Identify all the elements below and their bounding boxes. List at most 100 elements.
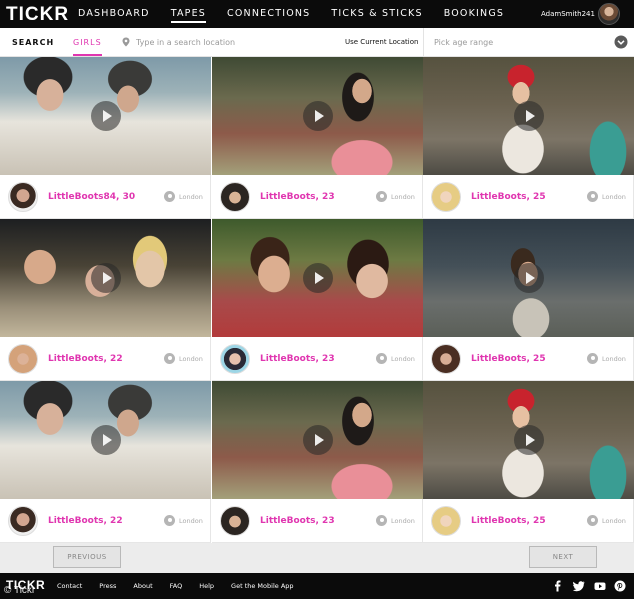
twitter-icon[interactable] [573,580,585,592]
next-button[interactable]: NEXT [529,546,597,568]
profile-avatar[interactable] [8,182,38,212]
play-icon[interactable] [90,263,121,293]
footer-link-about[interactable]: About [133,573,152,599]
profile-info: LittleBoots, 25 London [423,499,634,543]
video-thumbnail[interactable] [423,57,634,175]
user-avatar[interactable] [598,3,620,25]
video-thumbnail[interactable] [212,219,423,337]
play-icon[interactable] [302,101,333,131]
profile-info: LittleBoots, 23 London [212,175,423,219]
profile-city: London [602,517,626,525]
footer-link-contact[interactable]: Contact [57,573,82,599]
profile-card: LittleBoots, 25 London [423,219,634,381]
profile-card: LittleBoots, 23 London [212,57,423,219]
profile-info: LittleBoots, 22 London [0,499,211,543]
profile-info: LittleBoots, 22 London [0,337,211,381]
profile-name[interactable]: LittleBoots, 23 [260,499,335,543]
nav-tapes[interactable]: TAPES [170,0,207,28]
username[interactable]: AdamSmith241 [541,0,595,28]
profile-card: LittleBoots, 22 London [0,381,211,543]
footer-link-faq[interactable]: FAQ [170,573,183,599]
profile-info: LittleBoots, 25 London [423,337,634,381]
profile-avatar[interactable] [431,344,461,374]
footer-link-press[interactable]: Press [99,573,116,599]
profile-row: LittleBoots, 22 London LittleBoots, 23 L… [0,381,634,543]
profile-info: LittleBoots, 23 London [212,499,423,543]
profile-name[interactable]: LittleBoots, 25 [471,175,546,219]
location-pin-icon [376,353,387,364]
age-range-select[interactable]: Pick age range [423,28,634,57]
previous-button[interactable]: PREVIOUS [53,546,121,568]
location-pin-icon [376,515,387,526]
profile-row: LittleBoots, 22 London LittleBoots, 23 L… [0,219,634,381]
profile-info: LittleBoots, 23 London [212,337,423,381]
profile-name[interactable]: LittleBoots, 22 [48,499,123,543]
profile-avatar[interactable] [8,506,38,536]
play-icon[interactable] [513,263,544,293]
chevron-down-icon [614,35,628,49]
video-thumbnail[interactable] [423,381,634,499]
top-nav-bar: TICKR DASHBOARD TAPES CONNECTIONS TICKS … [0,0,634,28]
nav-connections[interactable]: CONNECTIONS [227,0,310,28]
profile-name[interactable]: LittleBoots, 23 [260,175,335,219]
play-icon[interactable] [90,101,121,131]
profile-card: LittleBoots84, 30 London [0,57,211,219]
search-label: SEARCH [12,38,55,47]
video-thumbnail[interactable] [423,219,634,337]
play-icon[interactable] [513,425,544,455]
footer-link-help[interactable]: Help [199,573,214,599]
profile-name[interactable]: LittleBoots, 25 [471,337,546,381]
pagination-bar: PREVIOUS NEXT [0,543,634,573]
profile-city: London [391,193,415,201]
location-pin-icon [164,515,175,526]
nav-bookings[interactable]: BOOKINGS [444,0,504,28]
location-pin-icon [122,37,130,47]
youtube-icon[interactable] [594,580,606,592]
play-icon[interactable] [513,101,544,131]
location-pin-icon [587,191,598,202]
location-pin-icon [587,353,598,364]
profile-card: LittleBoots, 23 London [212,219,423,381]
profile-city: London [391,517,415,525]
profile-avatar[interactable] [220,344,250,374]
profile-name[interactable]: LittleBoots84, 30 [48,175,135,219]
profile-city: London [391,355,415,363]
video-thumbnail[interactable] [212,57,423,175]
tickr-logo[interactable]: TICKR [6,4,69,26]
video-thumbnail[interactable] [0,219,211,337]
profile-avatar[interactable] [8,344,38,374]
profile-card: LittleBoots, 23 London [212,381,423,543]
play-icon[interactable] [90,425,121,455]
profile-avatar[interactable] [431,182,461,212]
profile-avatar[interactable] [220,182,250,212]
video-thumbnail[interactable] [0,381,211,499]
play-icon[interactable] [302,425,333,455]
location-pin-icon [587,515,598,526]
profile-city: London [179,355,203,363]
profile-name[interactable]: LittleBoots, 22 [48,337,123,381]
nav-ticks-and-sticks[interactable]: TICKS & STICKS [331,0,422,28]
profile-city: London [179,193,203,201]
filter-girls-tab[interactable]: GIRLS [73,28,102,57]
video-thumbnail[interactable] [0,57,211,175]
search-bar: SEARCH GIRLS Use Current Location Pick a… [0,28,634,57]
footer-link-mobile-app[interactable]: Get the Mobile App [231,573,293,599]
play-icon[interactable] [302,263,333,293]
profile-name[interactable]: LittleBoots, 23 [260,337,335,381]
copyright-watermark: © Tickr [4,585,36,596]
profile-avatar[interactable] [220,506,250,536]
profile-card: LittleBoots, 22 London [0,219,211,381]
pinterest-icon[interactable] [614,580,626,592]
location-pin-icon [164,191,175,202]
profile-card: LittleBoots, 25 London [423,57,634,219]
facebook-icon[interactable] [552,580,564,592]
location-search-input[interactable] [136,34,336,51]
profile-city: London [602,193,626,201]
profile-name[interactable]: LittleBoots, 25 [471,499,546,543]
video-thumbnail[interactable] [212,381,423,499]
profile-city: London [602,355,626,363]
use-current-location-link[interactable]: Use Current Location [345,28,418,57]
profile-avatar[interactable] [431,506,461,536]
location-pin-icon [164,353,175,364]
nav-dashboard[interactable]: DASHBOARD [78,0,150,28]
